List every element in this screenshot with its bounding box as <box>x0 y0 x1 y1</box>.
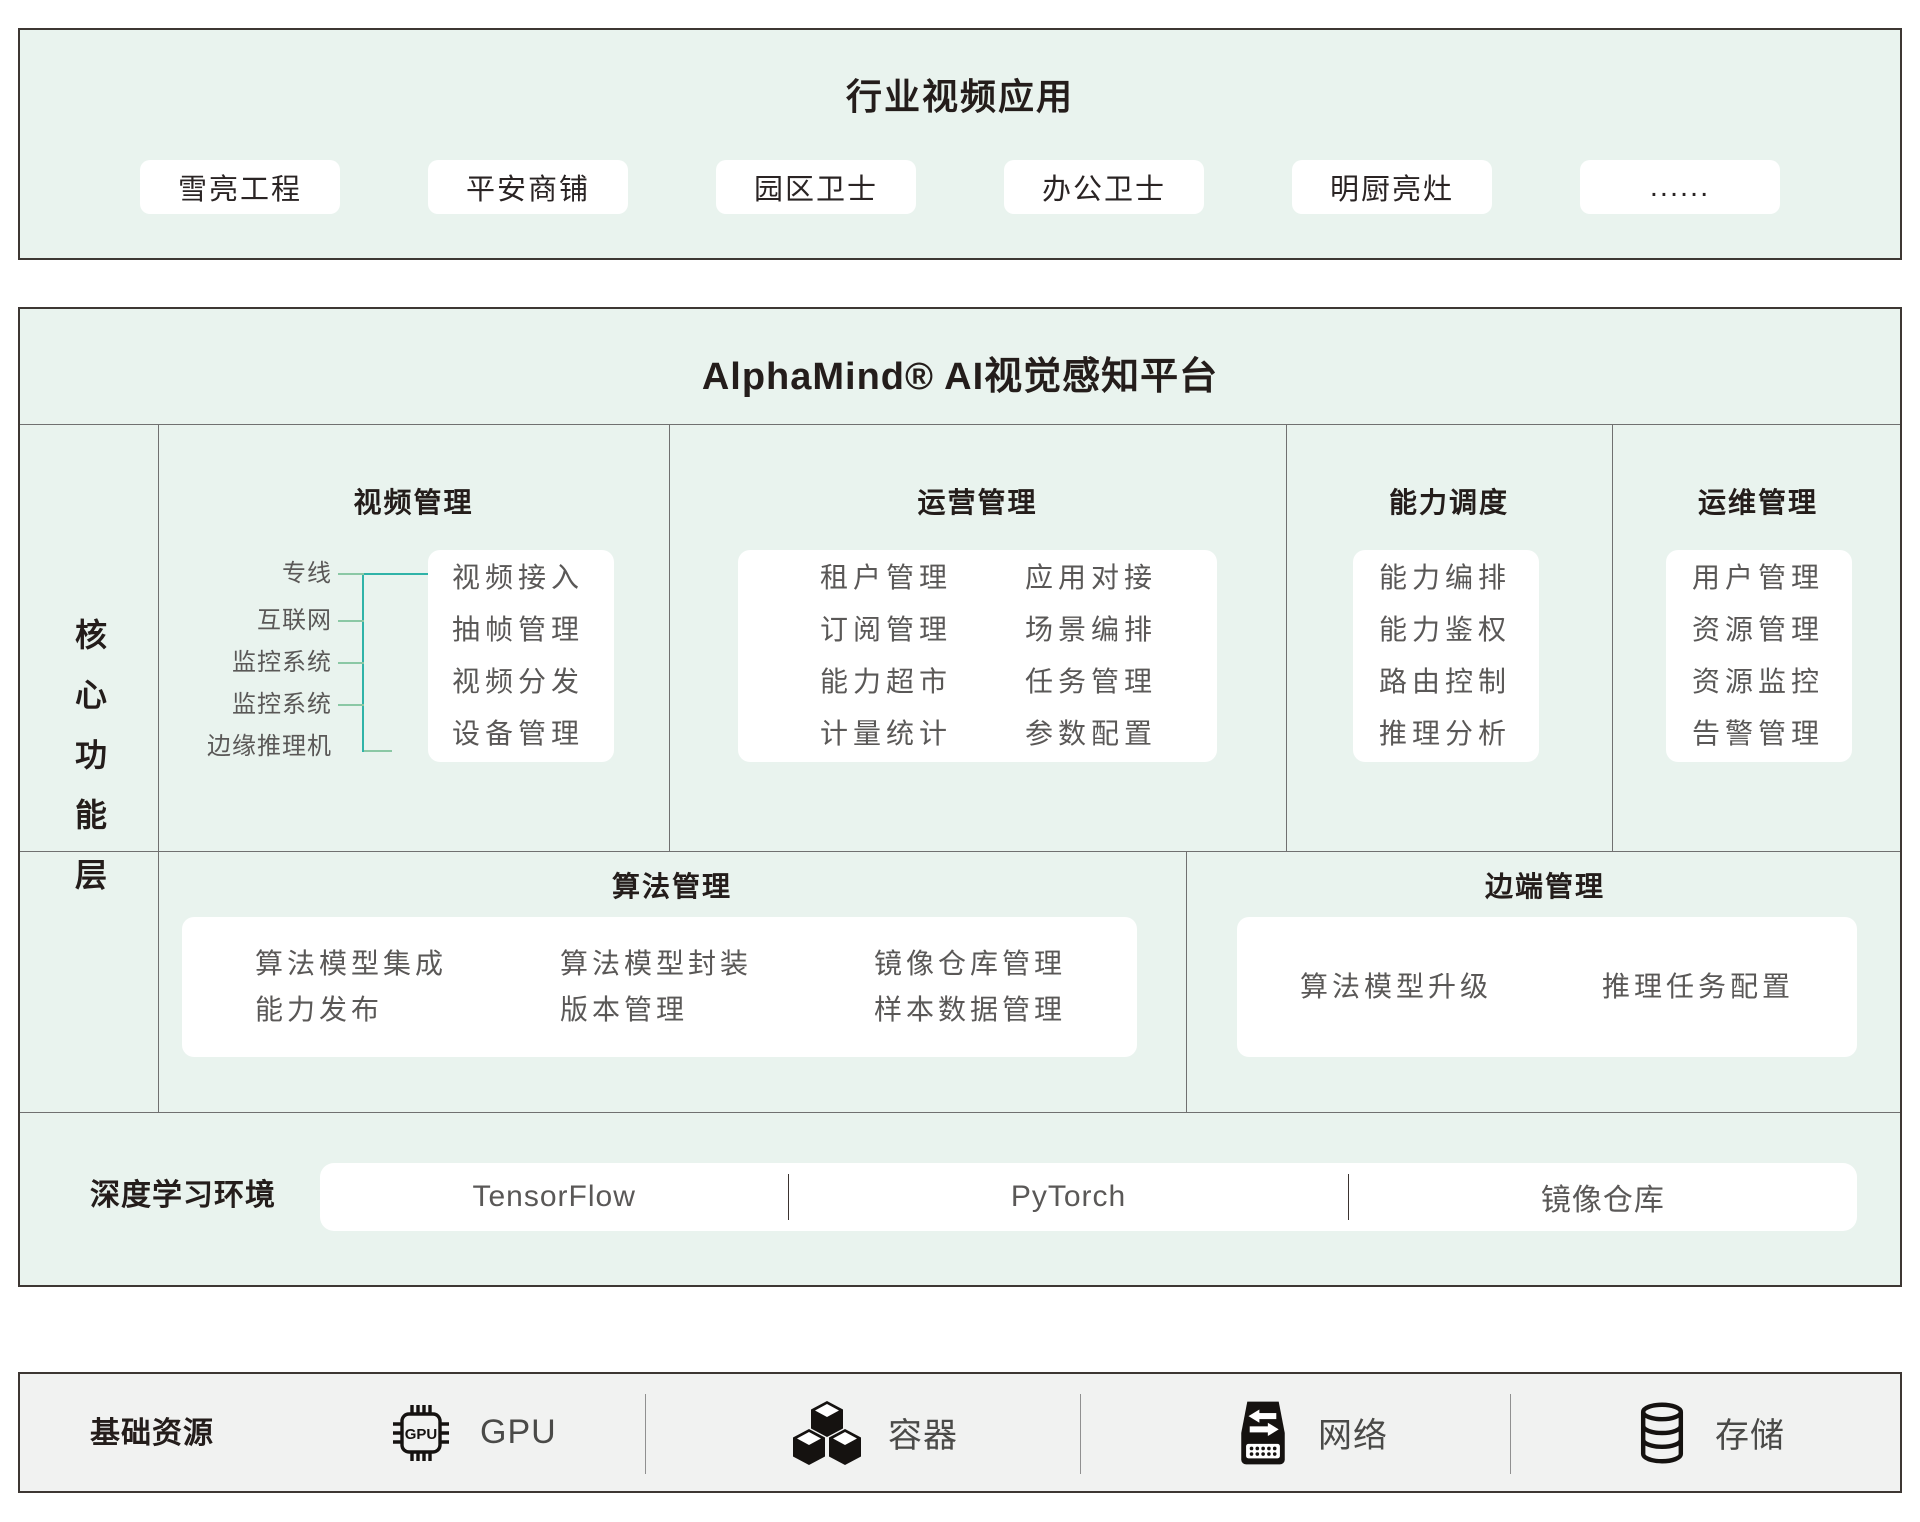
ops-item: 租户管理 <box>820 552 952 604</box>
ops-item: 计量统计 <box>820 708 952 760</box>
connector-stub-2 <box>338 620 364 622</box>
app-chip-yuanqu: 园区卫士 <box>716 160 916 214</box>
industry-apps-row: 雪亮工程 平安商铺 园区卫士 办公卫士 明厨亮灶 ...... <box>140 160 1780 214</box>
algo-item: 镜像仓库管理 <box>874 941 1066 987</box>
om-mgmt-card: 用户管理 资源管理 资源监控 告警管理 <box>1666 550 1852 762</box>
app-chip-bangong: 办公卫士 <box>1004 160 1204 214</box>
algo-mgmt-card: 算法模型集成 能力发布 算法模型封装 版本管理 镜像仓库管理 样本数据管理 <box>182 917 1137 1057</box>
capability-sched-title: 能力调度 <box>1286 485 1612 521</box>
grid-hline-row1 <box>20 851 1900 852</box>
edge-mgmt-title: 边端管理 <box>1186 869 1904 905</box>
video-item: 视频分发 <box>452 656 614 708</box>
infra-item-gpu: GPU GPU <box>388 1374 557 1491</box>
algo-item: 样本数据管理 <box>874 987 1066 1033</box>
svg-text:GPU: GPU <box>405 1426 438 1443</box>
app-chip-pingan: 平安商铺 <box>428 160 628 214</box>
sched-item: 能力编排 <box>1379 552 1539 604</box>
infra-item-storage: 存储 <box>1635 1374 1785 1491</box>
om-item: 资源管理 <box>1692 604 1852 656</box>
om-item: 用户管理 <box>1692 552 1852 604</box>
platform-panel: AlphaMind® AI视觉感知平台 核心功能层 视频管理 运营管理 能力调度… <box>18 307 1902 1287</box>
diagram-canvas: 行业视频应用 雪亮工程 平安商铺 园区卫士 办公卫士 明厨亮灶 ...... A… <box>0 0 1920 1522</box>
app-chip-more: ...... <box>1580 160 1780 214</box>
network-icon <box>1234 1401 1292 1465</box>
algo-item: 算法模型集成 <box>255 941 447 987</box>
edge-item: 算法模型升级 <box>1300 964 1492 1010</box>
ops-item: 订阅管理 <box>820 604 952 656</box>
connector-to-chip <box>364 573 428 575</box>
infra-item-label: 存储 <box>1715 1408 1785 1457</box>
platform-title: AlphaMind® AI视觉感知平台 <box>20 345 1900 400</box>
grid-hline-title <box>20 424 1900 425</box>
grid-vline-sidecol <box>158 424 159 1112</box>
industry-apps-panel: 行业视频应用 雪亮工程 平安商铺 园区卫士 办公卫士 明厨亮灶 ...... <box>18 28 1902 260</box>
connector-stub-1 <box>338 573 364 575</box>
sched-item: 推理分析 <box>1379 708 1539 760</box>
connector-stub-3 <box>338 662 364 664</box>
ops-item: 任务管理 <box>1025 656 1157 708</box>
infra-item-network: 网络 <box>1234 1374 1388 1491</box>
video-mgmt-card: 视频接入 抽帧管理 视频分发 设备管理 <box>428 550 614 762</box>
algo-item: 版本管理 <box>560 987 752 1033</box>
gpu-icon: GPU <box>388 1400 454 1466</box>
container-icon <box>792 1400 862 1466</box>
app-chip-mingchu: 明厨亮灶 <box>1292 160 1492 214</box>
infra-divider <box>1510 1394 1511 1474</box>
ops-item: 参数配置 <box>1025 708 1157 760</box>
capability-sched-card: 能力编排 能力鉴权 路由控制 推理分析 <box>1353 550 1539 762</box>
video-item: 抽帧管理 <box>452 604 614 656</box>
infra-item-label: 容器 <box>888 1408 958 1457</box>
video-source-line: 专线 <box>120 558 332 590</box>
video-item: 设备管理 <box>452 708 614 760</box>
ops-mgmt-card: 租户管理 订阅管理 能力超市 计量统计 应用对接 场景编排 任务管理 参数配置 <box>738 550 1217 762</box>
infra-item-label: 网络 <box>1318 1408 1388 1457</box>
video-item: 视频接入 <box>452 552 614 604</box>
app-chip-xueliang: 雪亮工程 <box>140 160 340 214</box>
video-source-cctv-2: 监控系统 <box>120 689 332 721</box>
algo-mgmt-title: 算法管理 <box>158 869 1186 905</box>
dl-env-bar: TensorFlow PyTorch 镜像仓库 <box>320 1163 1857 1231</box>
ops-item: 应用对接 <box>1025 552 1157 604</box>
infra-label: 基础资源 <box>90 1414 214 1454</box>
om-item: 告警管理 <box>1692 708 1852 760</box>
infra-item-label: GPU <box>480 1413 557 1452</box>
algo-item: 能力发布 <box>255 987 447 1033</box>
dl-env-pytorch: PyTorch <box>789 1163 1347 1231</box>
infra-panel: 基础资源 GPU GPU <box>18 1372 1902 1493</box>
dl-env-registry: 镜像仓库 <box>1349 1163 1857 1231</box>
om-item: 资源监控 <box>1692 656 1852 708</box>
sched-item: 路由控制 <box>1379 656 1539 708</box>
ops-item: 能力超市 <box>820 656 952 708</box>
connector-stub-4 <box>338 704 364 706</box>
video-source-edge: 边缘推理机 <box>120 731 332 763</box>
edge-mgmt-card: 算法模型升级 推理任务配置 <box>1237 917 1857 1057</box>
connector-stub-5 <box>364 750 392 752</box>
video-source-cctv-1: 监控系统 <box>120 647 332 679</box>
ops-mgmt-title: 运营管理 <box>669 485 1286 521</box>
video-mgmt-title: 视频管理 <box>158 485 669 521</box>
algo-item: 算法模型封装 <box>560 941 752 987</box>
dl-env-tensorflow: TensorFlow <box>320 1163 788 1231</box>
core-layer-label: 核心功能层 <box>20 424 158 1112</box>
video-source-internet: 互联网 <box>120 605 332 637</box>
sched-item: 能力鉴权 <box>1379 604 1539 656</box>
infra-item-container: 容器 <box>792 1374 958 1491</box>
storage-icon <box>1635 1402 1689 1464</box>
om-mgmt-title: 运维管理 <box>1612 485 1904 521</box>
infra-divider <box>1080 1394 1081 1474</box>
grid-hline-row2 <box>20 1112 1900 1113</box>
industry-apps-title: 行业视频应用 <box>20 68 1900 120</box>
ops-item: 场景编排 <box>1025 604 1157 656</box>
edge-item: 推理任务配置 <box>1602 964 1794 1010</box>
infra-divider <box>645 1394 646 1474</box>
dl-env-label: 深度学习环境 <box>90 1177 276 1215</box>
